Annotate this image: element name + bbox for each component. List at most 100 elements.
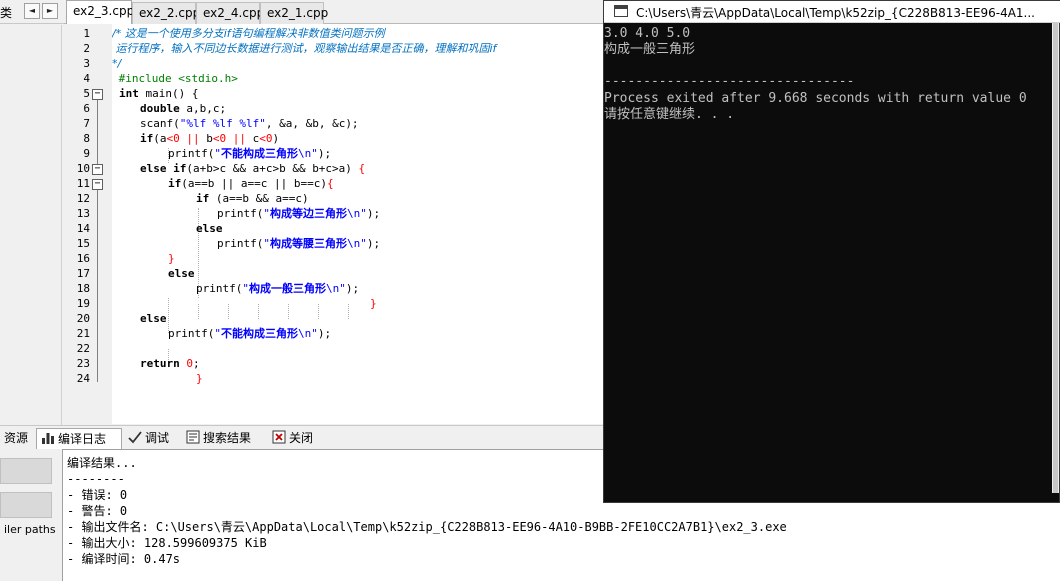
tab-ex2-3[interactable]: ex2_3.cpp <box>66 0 134 25</box>
code-line: double a,b,c; <box>140 101 226 116</box>
keyword: else <box>140 312 167 325</box>
brace: } <box>196 372 203 385</box>
keyword: else <box>196 222 223 235</box>
class-browser-tab-label[interactable]: 类 <box>0 4 12 21</box>
code-line: if(a==b || a==c || b==c){ <box>168 176 334 191</box>
code-text: ; <box>193 357 200 370</box>
fold-guide-line <box>97 190 98 382</box>
code-text: ); <box>317 327 332 340</box>
indent-guide <box>288 304 289 319</box>
tab-scroll-left-button[interactable]: ◄ <box>24 3 40 19</box>
keyword: if <box>168 177 182 190</box>
line-number: 18 <box>76 282 90 295</box>
code-text: a,b,c; <box>179 102 227 115</box>
code-line: else <box>168 266 195 281</box>
brace: } <box>168 252 175 265</box>
code-text: ); <box>366 207 381 220</box>
string-literal: " <box>263 237 270 250</box>
line-number: 20 <box>76 312 90 325</box>
log-line: - 输出大小: 128.599609375 KiB <box>67 536 267 550</box>
code-text: scanf( <box>140 117 180 130</box>
string-literal: 构成等边三角形 <box>269 207 347 220</box>
console-line: Process exited after 9.668 seconds with … <box>604 91 1027 106</box>
line-number: 2 <box>83 42 90 55</box>
code-text: ); <box>317 147 332 160</box>
line-number: 1 <box>83 27 90 40</box>
fold-toggle-icon[interactable]: − <box>92 164 103 175</box>
bar-chart-icon <box>41 431 55 445</box>
code-line: #include <stdio.h> <box>112 71 238 86</box>
operator: || <box>226 132 253 145</box>
indent-guide <box>348 304 349 319</box>
console-window[interactable]: C:\Users\青云\AppData\Local\Temp\k52zip_{C… <box>603 0 1060 503</box>
console-line: -------------------------------- <box>604 74 855 89</box>
editor-tab-bar: ex2_3.cpp ex2_2.cpp ex2_4.cpp ex2_1.cpp <box>64 0 605 25</box>
code-line: if(a<0 || b<0 || c<0) <box>140 131 279 146</box>
brace: } <box>370 297 377 310</box>
string-literal: 构成等腰三角形 <box>269 237 347 250</box>
console-title-bar[interactable]: C:\Users\青云\AppData\Local\Temp\k52zip_{C… <box>604 1 1060 23</box>
operator: < <box>212 132 220 145</box>
code-line: printf("构成一般三角形\n"); <box>196 281 359 296</box>
preprocessor-directive: #include <stdio.h> <box>112 72 238 85</box>
compiler-action-button[interactable] <box>0 458 52 484</box>
keyword: return <box>140 357 180 370</box>
tab-debug[interactable]: 调试 <box>128 428 180 449</box>
line-number: 15 <box>76 237 90 250</box>
console-output[interactable]: 3.0 4.0 5.0 构成一般三角形 --------------------… <box>604 23 1054 503</box>
comment-text: 运行程序，输入不同边长数据进行测试，观察输出结果是否正确，理解和巩固if <box>112 42 497 55</box>
console-title: C:\Users\青云\AppData\Local\Temp\k52zip_{C… <box>636 6 1036 20</box>
search-results-icon <box>186 430 200 444</box>
operator: || <box>179 132 207 145</box>
compiler-paths-label: iler paths <box>4 523 56 536</box>
tab-resources[interactable]: 资源 <box>4 428 34 449</box>
tab-close[interactable]: 关闭 <box>272 428 326 449</box>
tab-ex2-2[interactable]: ex2_2.cpp <box>132 2 200 24</box>
code-text: main() { <box>138 87 199 100</box>
tab-search-results[interactable]: 搜索结果 <box>186 428 266 449</box>
tab-scroll-right-button[interactable]: ► <box>42 3 58 19</box>
line-number: 16 <box>76 252 90 265</box>
code-area[interactable]: /* 这是一个使用多分支if语句编程解决非数值类问题示例 运行程序，输入不同边长… <box>112 24 605 424</box>
tab-label: 资源 <box>4 431 29 445</box>
line-number: 9 <box>83 147 90 160</box>
log-line: - 警告: 0 <box>67 504 128 518</box>
code-text: ); <box>366 237 381 250</box>
code-line: printf("构成等腰三角形\n"); <box>217 236 380 251</box>
brace: { <box>326 177 334 190</box>
fold-toggle-icon[interactable]: − <box>92 89 103 100</box>
code-line: } <box>196 371 203 386</box>
code-editor[interactable]: 1 2 3 4 5 6 7 8 9 10 11 12 13 14 15 16 1… <box>64 24 605 424</box>
tab-label: 调试 <box>145 431 170 445</box>
compiler-action-button[interactable] <box>0 492 52 518</box>
tab-ex2-4[interactable]: ex2_4.cpp <box>196 2 264 24</box>
code-line: if (a==b && a==c) <box>196 191 309 206</box>
code-text: printf( <box>217 237 264 250</box>
string-literal: 不能构成三角形 <box>220 147 298 160</box>
keyword: if <box>140 132 154 145</box>
code-text: , &a, &b, &c); <box>265 117 359 130</box>
string-literal: " <box>242 282 249 295</box>
comment-text: */ <box>112 57 122 70</box>
code-line: else if(a+b>c && a+c>b && b+c>a) { <box>140 161 365 176</box>
tab-ex2-1[interactable]: ex2_1.cpp <box>260 2 328 24</box>
console-scrollbar[interactable] <box>1052 23 1059 493</box>
line-number: 13 <box>76 207 90 220</box>
line-number: 14 <box>76 222 90 235</box>
operator: < <box>259 132 266 145</box>
line-number: 7 <box>83 117 90 130</box>
log-line: - 错误: 0 <box>67 488 128 502</box>
keyword: else if <box>140 162 187 175</box>
console-scrollbar-thumb[interactable] <box>1053 23 1058 493</box>
console-line: 构成一般三角形 <box>604 42 696 57</box>
keyword: double <box>140 102 180 115</box>
fold-toggle-icon[interactable]: − <box>92 179 103 190</box>
keyword: if <box>196 192 210 205</box>
line-number: 24 <box>76 372 90 385</box>
console-line: 请按任意键继续. . . <box>604 107 735 122</box>
code-text: (a <box>153 132 167 145</box>
line-number: 22 <box>76 342 90 355</box>
line-number: 10 <box>76 162 90 175</box>
tab-compile-log[interactable]: 编译日志 <box>36 428 122 449</box>
code-line: printf("不能构成三角形\n"); <box>168 146 331 161</box>
